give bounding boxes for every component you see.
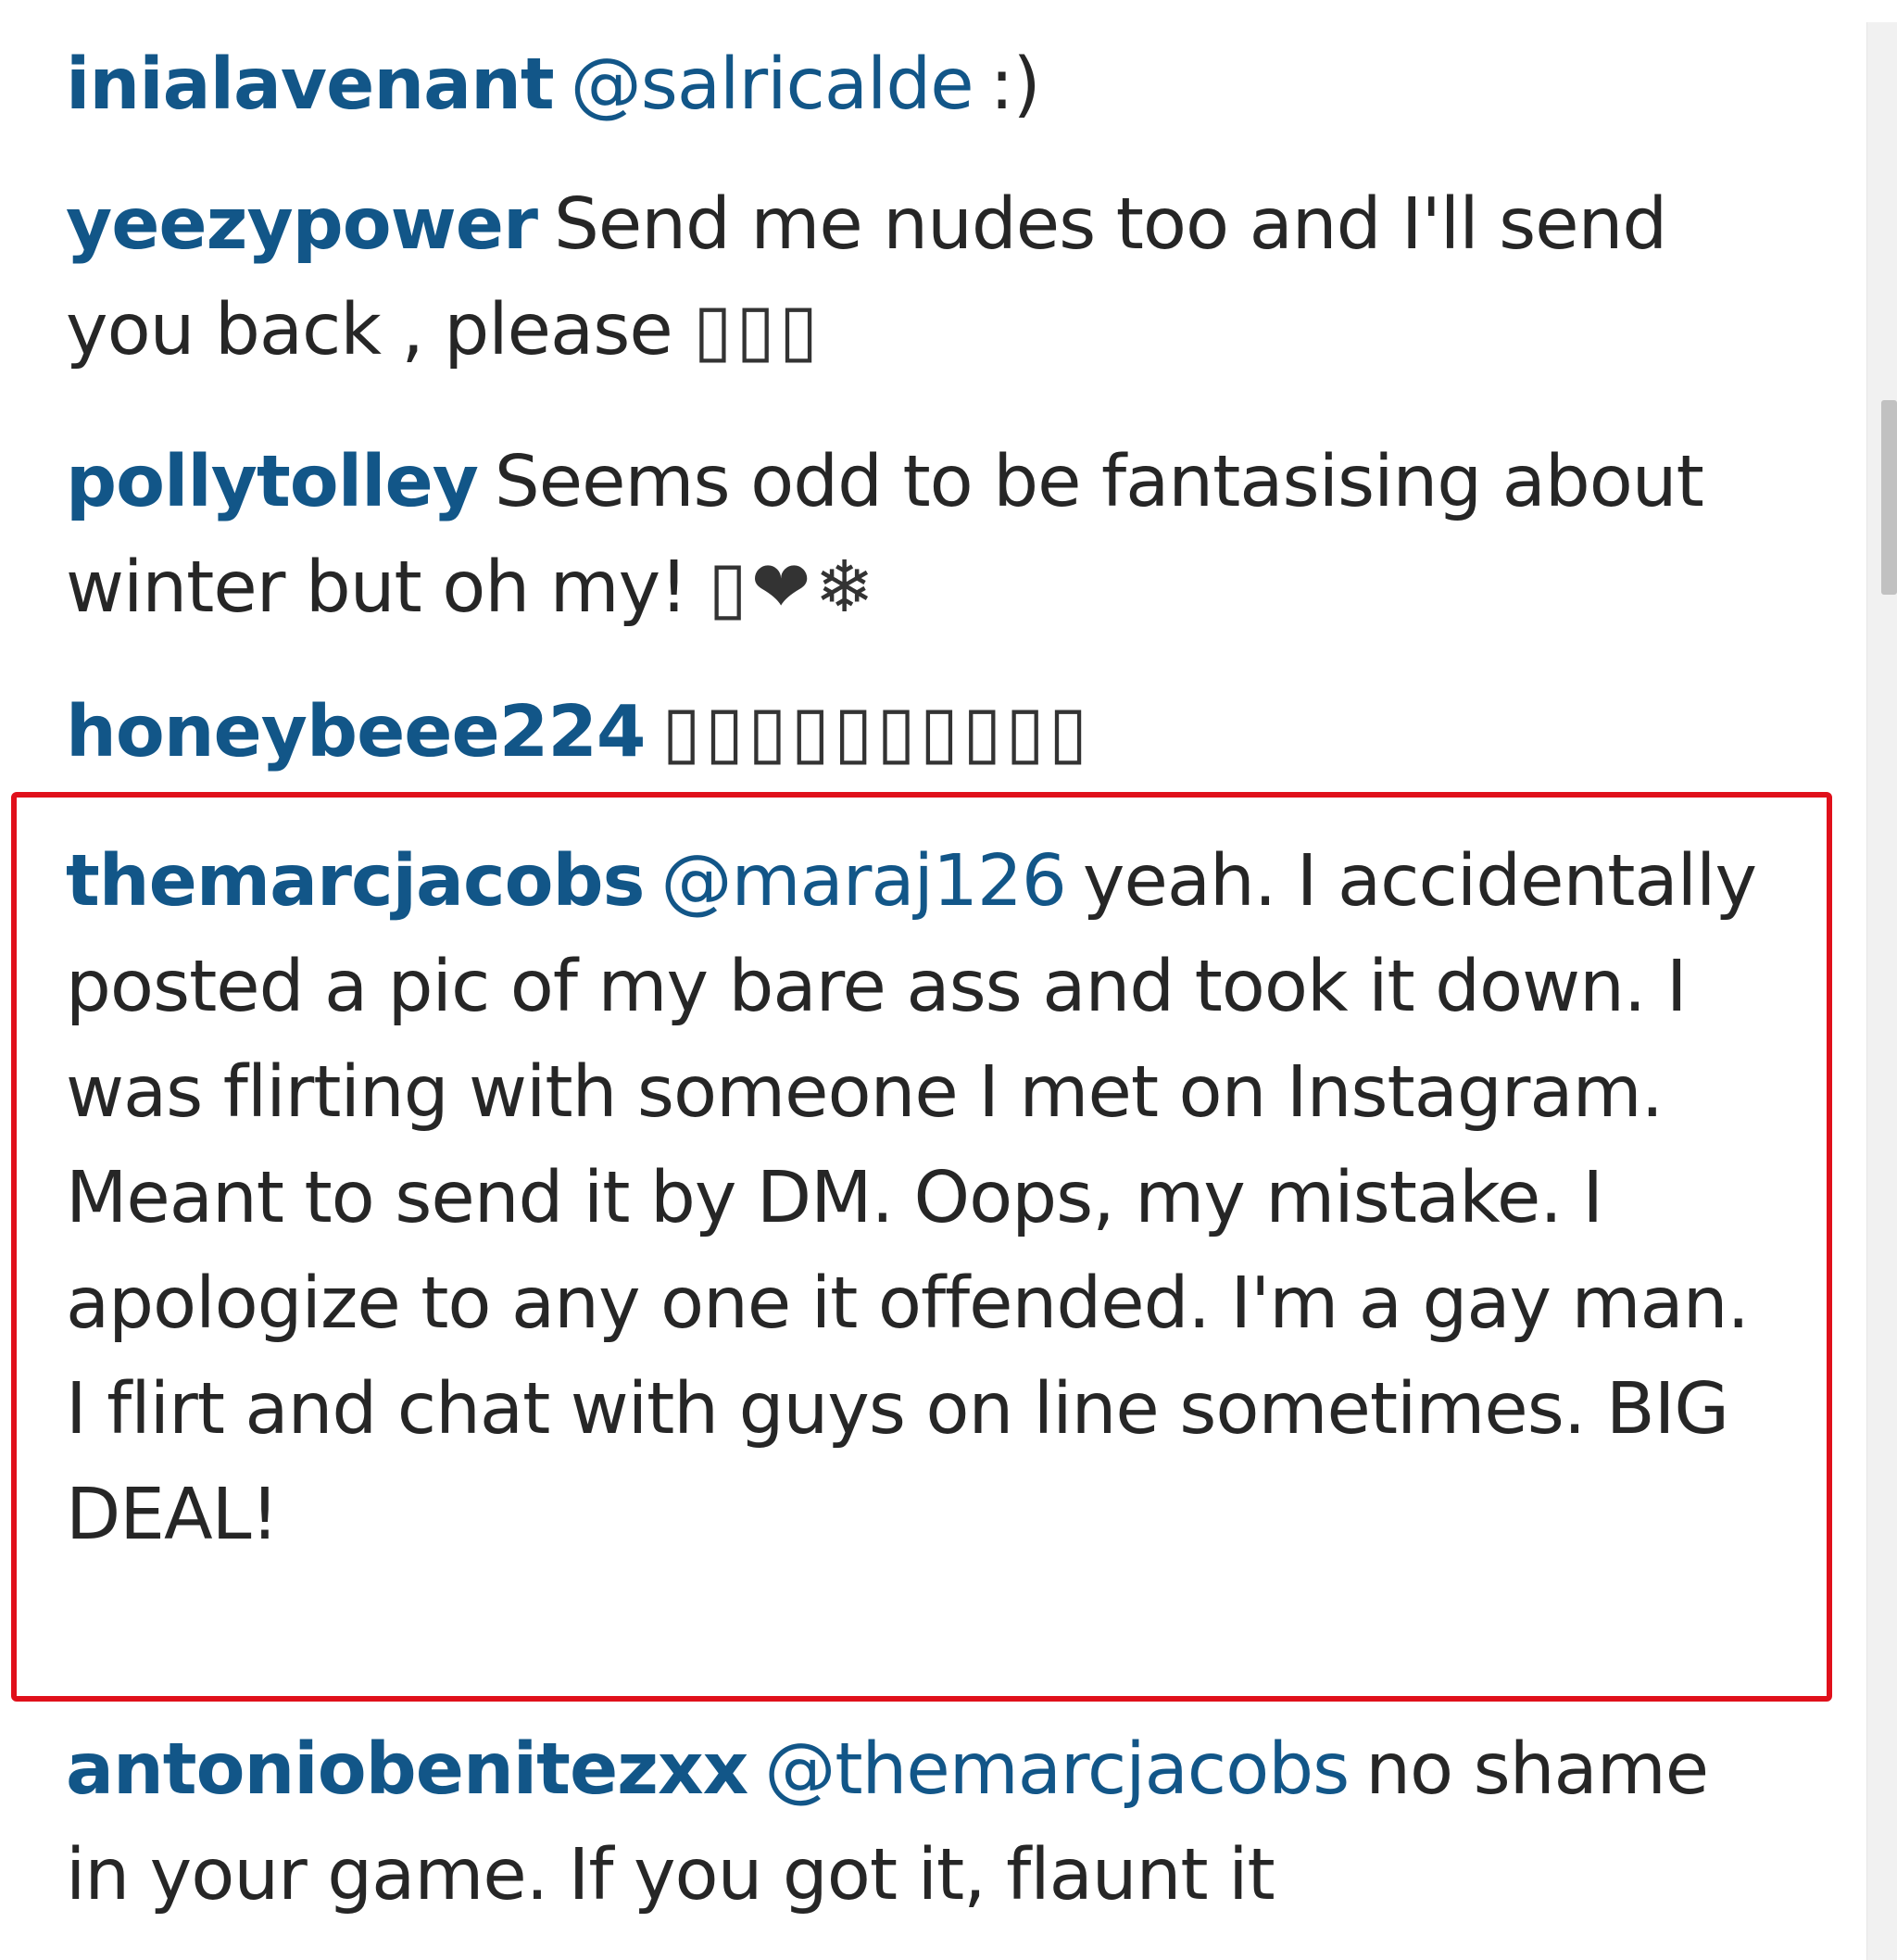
scrollbar-thumb[interactable] xyxy=(1881,400,1897,595)
comment-item: pollytolley Seems odd to be fantasising a… xyxy=(66,430,1770,641)
comment-item: antoniobenitezxx @themarcjacobs no shame i… xyxy=(66,1717,1770,1929)
emoji-glyphs: ▯▯▯▯▯▯▯▯▯▯ xyxy=(661,691,1092,773)
comment-username[interactable]: yeezypower xyxy=(66,183,538,266)
emoji-glyphs: ▯▯▯ xyxy=(693,289,823,371)
comment-mention[interactable]: @themarcjacobs xyxy=(764,1728,1350,1811)
comment-username[interactable]: inialavenant xyxy=(66,44,555,126)
comment-list[interactable]: inialavenant @salricalde:) yeezypower Send… xyxy=(0,0,1866,1960)
comment-username[interactable]: honeybeee224 xyxy=(66,691,646,773)
comment-item: honeybeee224 ▯▯▯▯▯▯▯▯▯▯ xyxy=(66,680,1770,785)
comment-mention[interactable]: @maraj126 xyxy=(661,840,1067,923)
comment-text: yeah. I accidentally posted a pic of my … xyxy=(66,840,1757,1556)
scrollbar-track[interactable] xyxy=(1866,22,1897,1960)
comments-page: inialavenant @salricalde:) yeezypower Send… xyxy=(0,0,1897,1960)
emoji-glyphs: ▯❤❄ xyxy=(708,547,878,629)
comment-item: inialavenant @salricalde:) xyxy=(66,32,1770,138)
comment-username[interactable]: pollytolley xyxy=(66,441,479,523)
comment-mention[interactable]: @salricalde xyxy=(571,44,974,126)
comment-text: :) xyxy=(989,44,1041,126)
comment-username[interactable]: themarcjacobs xyxy=(66,840,646,923)
comment-username[interactable]: antoniobenitezxx xyxy=(66,1728,748,1811)
highlighted-comment: themarcjacobs @maraj126 yeah. I accidental… xyxy=(66,829,1770,1568)
comment-item: yeezypower Send me nudes too and I'll sen… xyxy=(66,172,1770,383)
